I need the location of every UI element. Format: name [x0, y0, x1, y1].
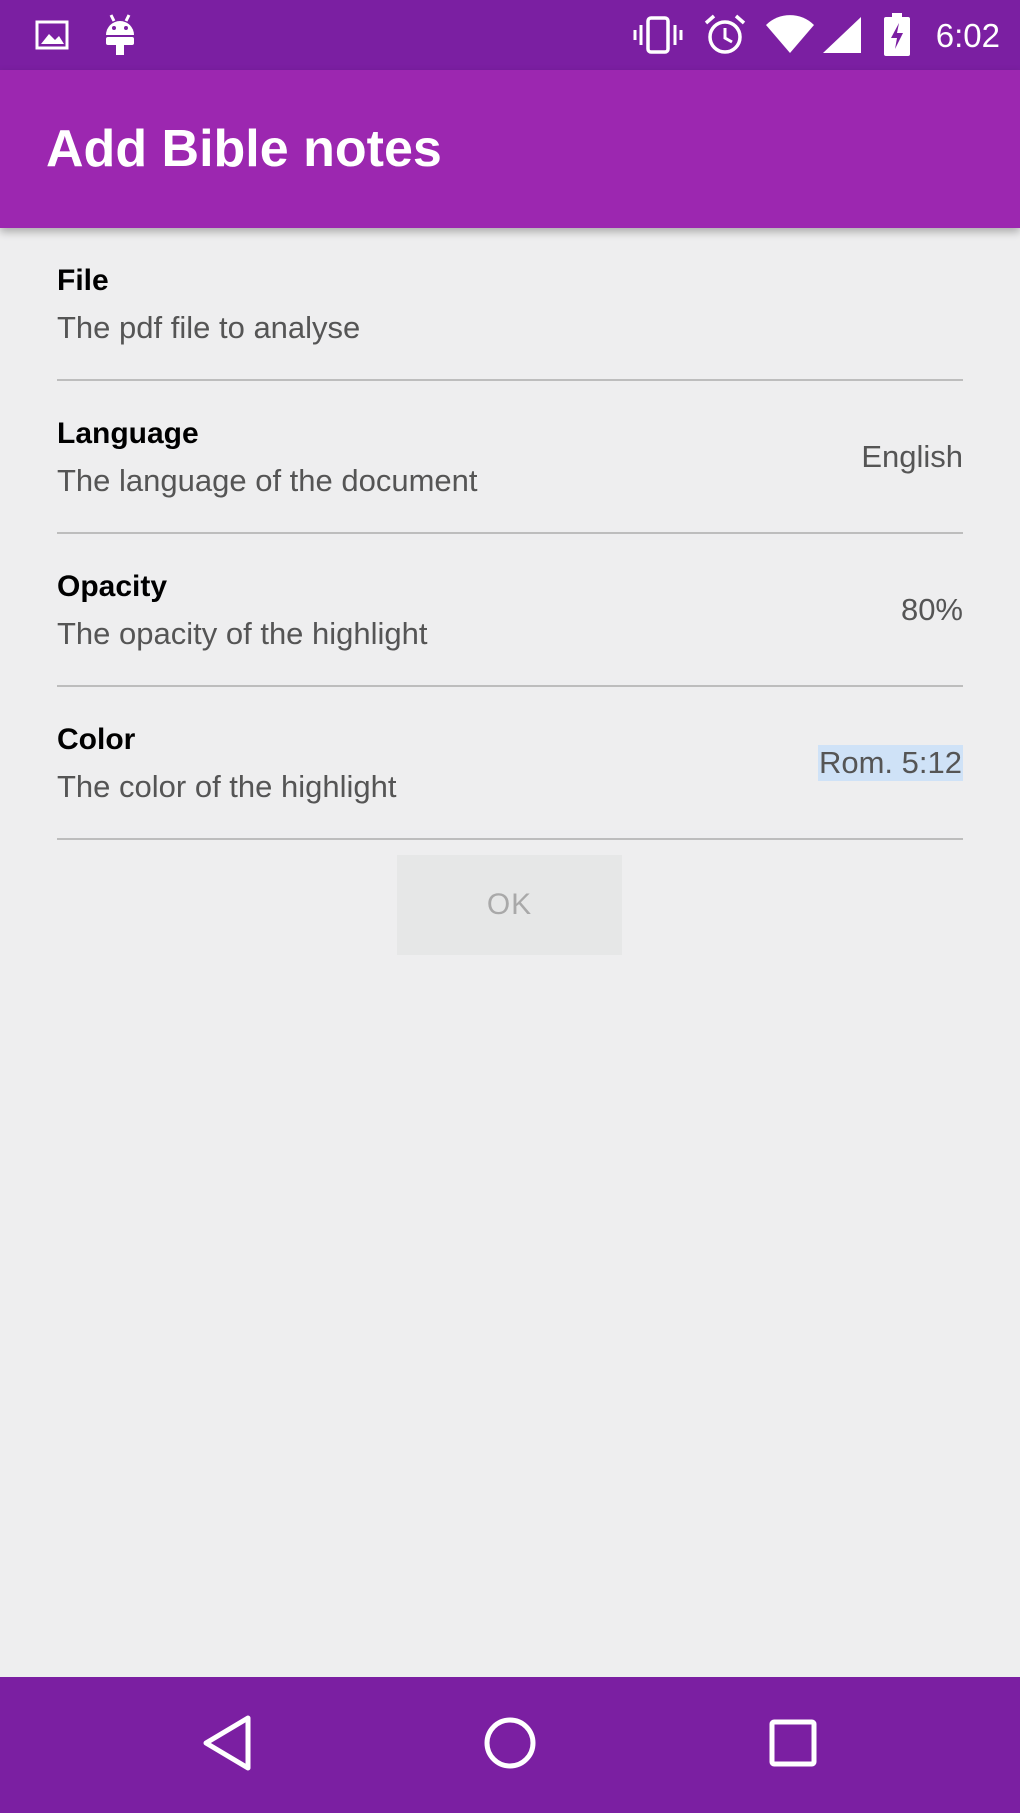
preference-value-selected[interactable]: Rom. 5:12 [817, 745, 963, 781]
ok-button[interactable]: OK [397, 855, 622, 955]
preference-value: 80% [900, 592, 963, 627]
preference-summary: The color of the highlight [57, 769, 397, 804]
app-bar: Add Bible notes [0, 70, 1020, 228]
preference-summary: The language of the document [57, 463, 478, 498]
navigation-bar [0, 1677, 1020, 1813]
alarm-icon [702, 12, 748, 58]
battery-charging-icon [880, 12, 914, 58]
preference-title: Language [57, 417, 199, 450]
preference-summary: The pdf file to analyse [57, 310, 361, 345]
vibrate-icon [632, 12, 684, 58]
preference-value: English [861, 439, 963, 474]
preference-opacity[interactable]: Opacity The opacity of the highlight 80% [57, 534, 963, 687]
preference-color[interactable]: Color The color of the highlight Rom. 5:… [57, 687, 963, 840]
recents-button[interactable] [733, 1677, 853, 1813]
android-icon [98, 12, 142, 58]
screen: 6:02 Add Bible notes File The pdf file t… [0, 0, 1020, 1813]
recents-icon [768, 1718, 818, 1773]
preference-title: File [57, 264, 109, 297]
status-time: 6:02 [935, 17, 1000, 54]
signal-icon [820, 12, 864, 58]
preference-language[interactable]: Language The language of the document En… [57, 381, 963, 534]
preference-title: Opacity [57, 570, 168, 603]
back-icon [200, 1714, 254, 1777]
preference-summary: The opacity of the highlight [57, 616, 428, 651]
preference-list: File The pdf file to analyse Language Th… [57, 228, 963, 840]
status-bar: 6:02 [0, 0, 1020, 70]
home-button[interactable] [450, 1677, 570, 1813]
home-icon [482, 1715, 538, 1776]
back-button[interactable] [167, 1677, 287, 1813]
page-title: Add Bible notes [46, 120, 442, 178]
preference-title: Color [57, 723, 136, 756]
wifi-icon [764, 12, 816, 58]
image-icon [32, 12, 72, 58]
preference-file[interactable]: File The pdf file to analyse [57, 228, 963, 381]
